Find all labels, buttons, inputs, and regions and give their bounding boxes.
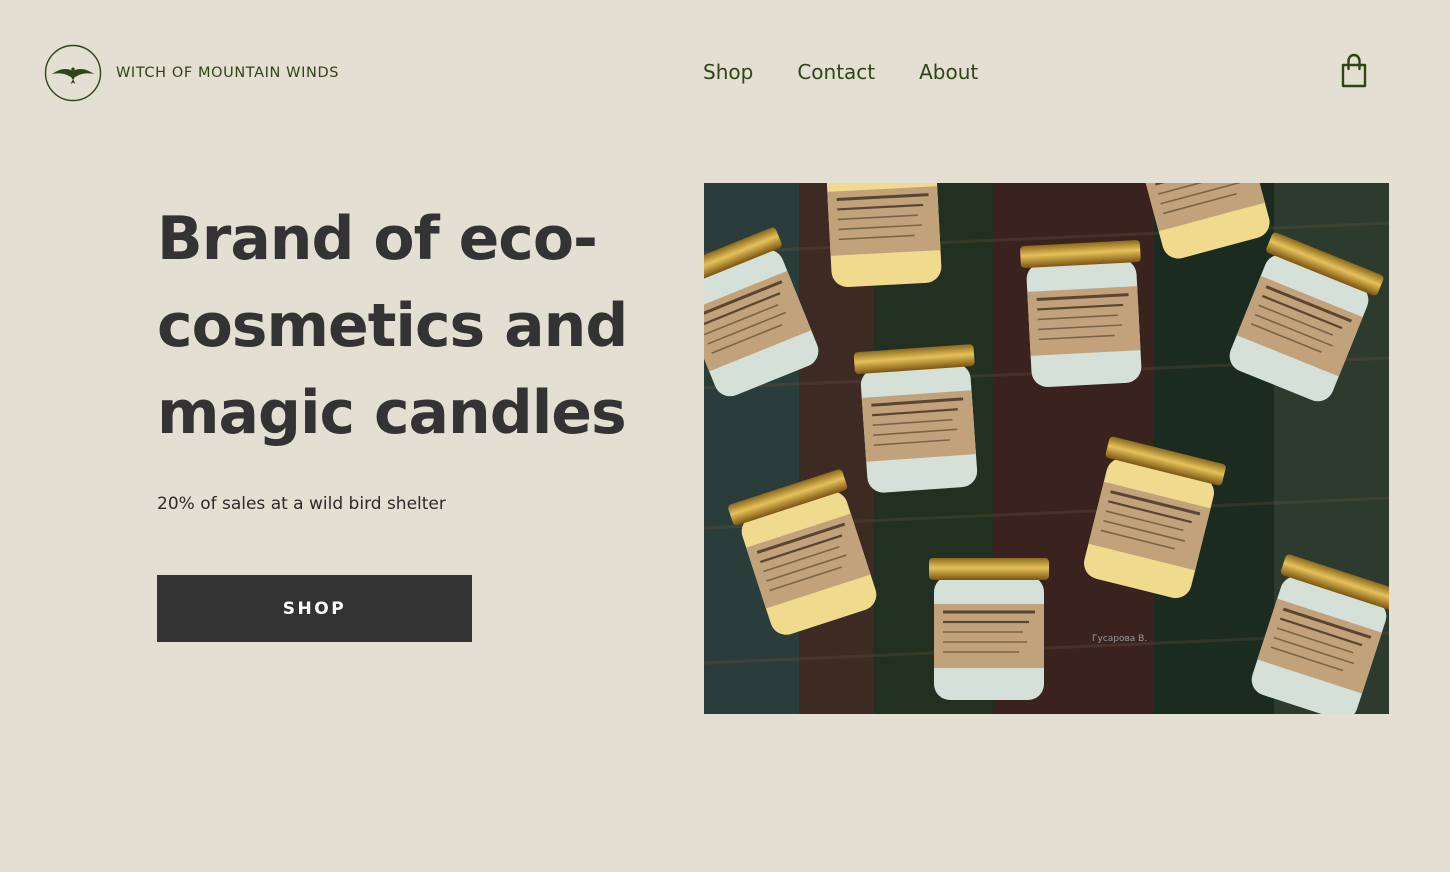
main-nav: Shop Contact About	[703, 60, 1022, 84]
brand-name: WITCH OF MOUNTAIN WINDS	[116, 65, 340, 81]
shop-button[interactable]: SHOP	[157, 575, 472, 642]
nav-contact-link[interactable]: Contact	[797, 60, 875, 84]
nav-shop-link[interactable]: Shop	[703, 60, 753, 84]
product-jars-photo: Гусарова В.	[704, 183, 1389, 714]
nav-about-link[interactable]: About	[919, 60, 978, 84]
bird-in-circle-icon	[44, 44, 102, 102]
brand-logo-link[interactable]: WITCH OF MOUNTAIN WINDS	[44, 44, 339, 102]
hero-subtitle: 20% of sales at a wild bird shelter	[157, 494, 446, 514]
hero-title: Brand of eco-cosmetics and magic candles	[157, 204, 628, 448]
photo-watermark: Гусарова В.	[1092, 634, 1147, 644]
shopping-bag-icon[interactable]	[1338, 53, 1370, 89]
